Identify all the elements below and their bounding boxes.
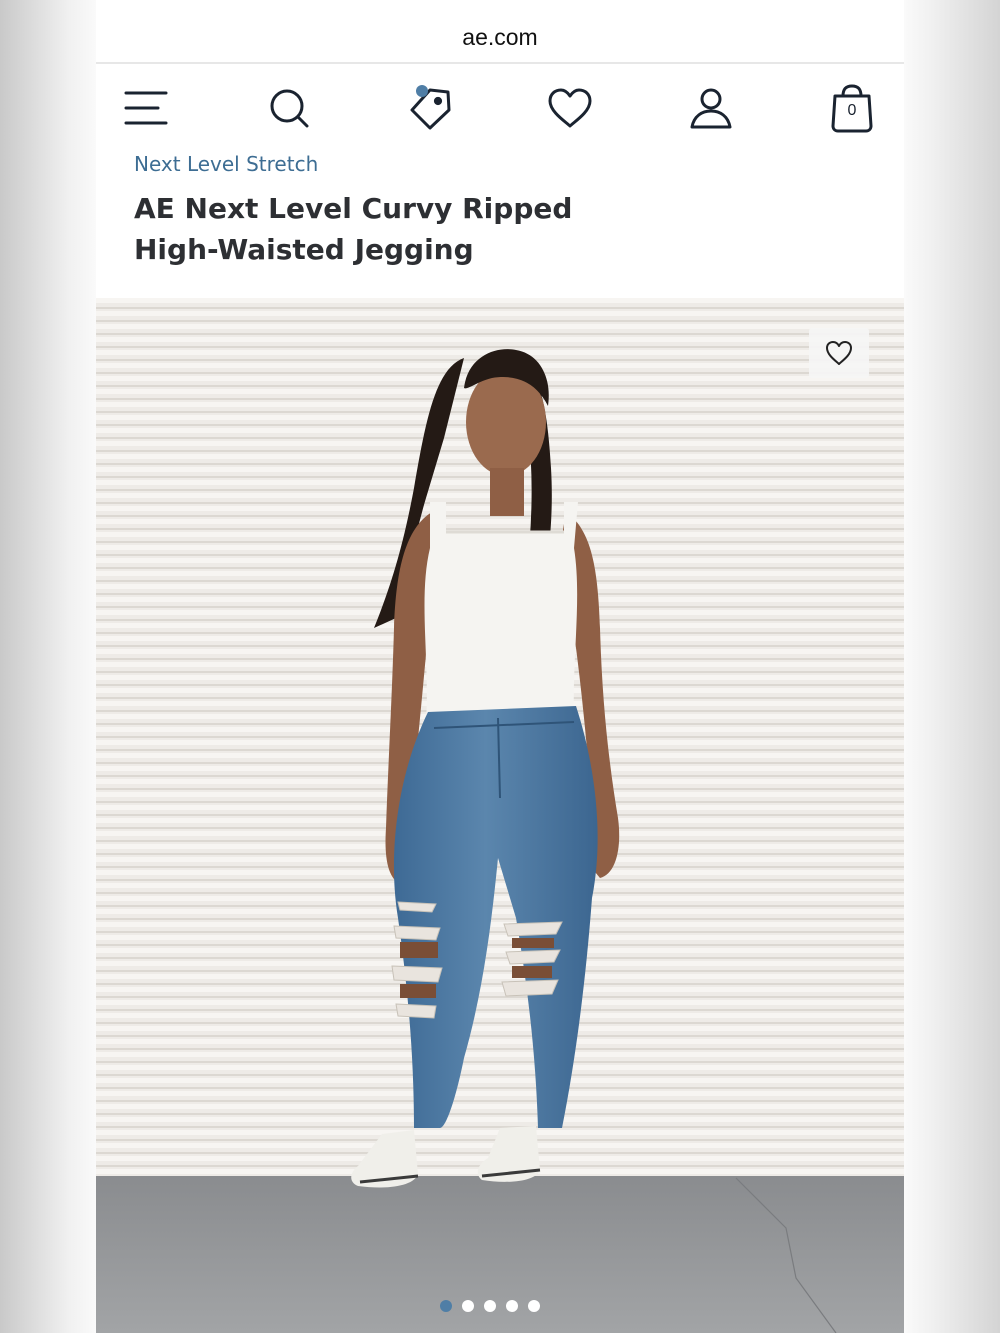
product-photo [96, 298, 904, 1333]
tag-icon[interactable] [402, 80, 458, 136]
carousel-dot[interactable] [528, 1300, 540, 1312]
search-icon[interactable] [261, 80, 317, 136]
user-icon[interactable] [683, 80, 739, 136]
carousel-pagination [436, 1298, 556, 1314]
carousel-dot[interactable] [462, 1300, 474, 1312]
carousel-dot[interactable] [506, 1300, 518, 1312]
heart-outline-icon [826, 341, 852, 365]
shopping-bag-icon[interactable]: 0 [824, 80, 880, 136]
collection-link[interactable]: Next Level Stretch [134, 152, 318, 176]
mobile-viewport: ae.com 0 Next Level Stretch AE Next Leve… [96, 0, 904, 1333]
carousel-dot[interactable] [440, 1300, 452, 1312]
favorite-button[interactable] [809, 328, 869, 378]
browser-address-bar[interactable]: ae.com [96, 0, 904, 64]
site-navigation: 0 [96, 66, 904, 148]
product-image-carousel[interactable] [96, 298, 904, 1333]
heart-icon[interactable] [542, 80, 598, 136]
product-title: AE Next Level Curvy Ripped High-Waisted … [134, 192, 573, 266]
url-text: ae.com [462, 24, 538, 50]
bag-count: 0 [847, 102, 857, 119]
hamburger-menu-icon[interactable] [118, 80, 174, 136]
notification-dot [416, 85, 428, 97]
carousel-dot[interactable] [484, 1300, 496, 1312]
